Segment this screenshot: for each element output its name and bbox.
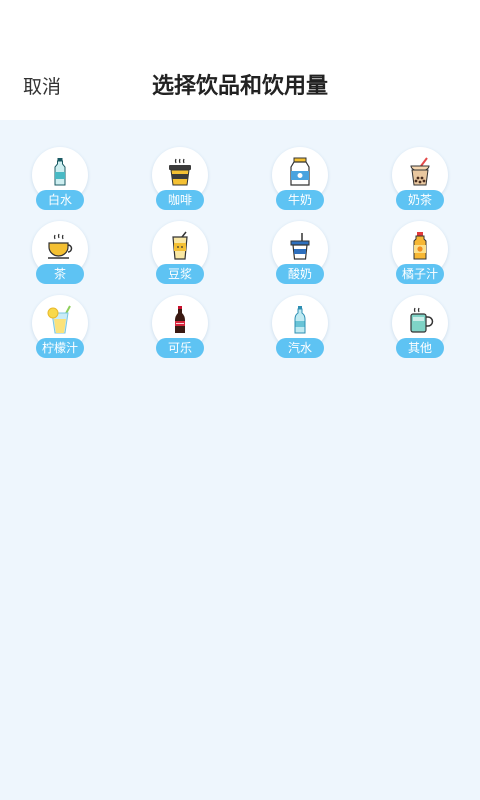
drink-label: 咖啡 [156, 190, 204, 210]
drink-label: 酸奶 [276, 264, 324, 284]
drink-item-soy-milk[interactable]: 豆浆 [120, 221, 240, 295]
drink-label: 橘子汁 [396, 264, 444, 284]
drink-selection-area: 白水 咖啡 牛奶 奶茶 茶 豆浆 酸奶 橘子汁 柠檬汁 可乐 汽水 其他 [0, 120, 480, 800]
drink-label: 可乐 [156, 338, 204, 358]
drink-item-soda[interactable]: 汽水 [240, 295, 360, 369]
drink-item-orange-juice[interactable]: 橘子汁 [360, 221, 480, 295]
mug-icon [410, 307, 434, 333]
tea-cup-icon [48, 233, 73, 259]
drink-label: 奶茶 [396, 190, 444, 210]
drink-label: 豆浆 [156, 264, 204, 284]
drink-item-yogurt[interactable]: 酸奶 [240, 221, 360, 295]
drink-label: 汽水 [276, 338, 324, 358]
drink-grid: 白水 咖啡 牛奶 奶茶 茶 豆浆 酸奶 橘子汁 柠檬汁 可乐 汽水 其他 [0, 147, 480, 369]
drink-item-cola[interactable]: 可乐 [120, 295, 240, 369]
water-bottle-icon [54, 158, 66, 186]
page-title: 选择饮品和饮用量 [151, 74, 328, 99]
cola-bottle-icon [175, 306, 185, 333]
drink-label: 白水 [36, 190, 84, 210]
drink-item-lemonade[interactable]: 柠檬汁 [0, 295, 120, 369]
yogurt-cup-icon [290, 233, 310, 260]
milk-carton-icon [290, 157, 310, 186]
header-bar: 取消 选择饮品和饮用量 [0, 0, 480, 120]
drink-item-coffee[interactable]: 咖啡 [120, 147, 240, 221]
drink-item-milk[interactable]: 牛奶 [240, 147, 360, 221]
coffee-cup-icon [169, 158, 191, 186]
drink-item-milk-tea[interactable]: 奶茶 [360, 147, 480, 221]
drink-label: 柠檬汁 [36, 338, 84, 358]
drink-item-tea[interactable]: 茶 [0, 221, 120, 295]
drink-label: 其他 [396, 338, 444, 358]
soy-milk-cup-icon [172, 231, 188, 260]
drink-item-other[interactable]: 其他 [360, 295, 480, 369]
bubble-tea-icon [410, 157, 430, 186]
orange-juice-bottle-icon [413, 232, 427, 260]
lemonade-glass-icon [47, 305, 71, 334]
drink-item-water[interactable]: 白水 [0, 147, 120, 221]
soda-bottle-icon [294, 306, 306, 334]
drink-label: 牛奶 [276, 190, 324, 210]
drink-label: 茶 [36, 264, 84, 284]
